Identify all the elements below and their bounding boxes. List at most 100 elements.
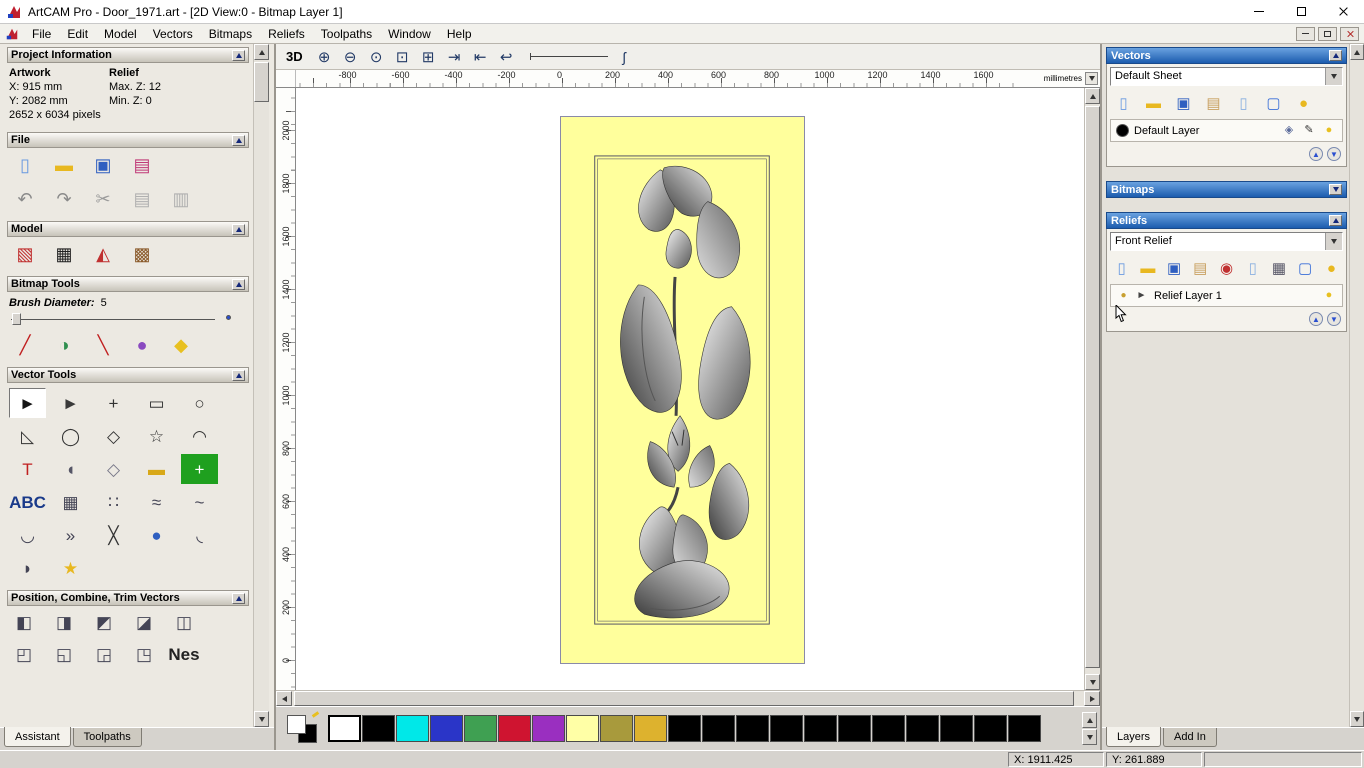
menu-item[interactable]: Model: [96, 25, 145, 43]
relief-visibility-icon[interactable]: ●: [1321, 288, 1337, 304]
line-width-slider[interactable]: [530, 56, 608, 57]
save-model-icon[interactable]: ▣: [87, 151, 119, 179]
menu-item[interactable]: Bitmaps: [201, 25, 260, 43]
scroll-down-button[interactable]: [1350, 711, 1364, 727]
paint-brush-icon[interactable]: ╱: [9, 331, 41, 359]
scroll-thumb[interactable]: [254, 62, 269, 102]
menu-item[interactable]: Window: [380, 25, 439, 43]
new-relief-layer-icon[interactable]: ▯: [1111, 257, 1132, 280]
duplicate-relief-layer-icon[interactable]: ▯: [1242, 257, 1263, 280]
open-vector-layer-icon[interactable]: ▬: [1141, 92, 1166, 115]
layer-visibility-icon[interactable]: ●: [1321, 123, 1337, 139]
panel-tab[interactable]: Add In: [1163, 728, 1217, 747]
palette-swatch[interactable]: [1008, 715, 1041, 742]
align-bottom-icon[interactable]: ◪: [129, 609, 159, 635]
mdi-minimize-button[interactable]: [1296, 27, 1315, 41]
palette-swatch[interactable]: [804, 715, 837, 742]
align-top-icon[interactable]: ◩: [89, 609, 119, 635]
scroll-thumb[interactable]: [294, 691, 1074, 706]
menu-item[interactable]: Edit: [59, 25, 96, 43]
palette-swatch[interactable]: [838, 715, 871, 742]
door-artwork[interactable]: [560, 116, 805, 664]
pan-next-icon[interactable]: ⇥: [442, 47, 467, 67]
palette-swatch[interactable]: [464, 715, 497, 742]
palette-swatch[interactable]: [498, 715, 531, 742]
sheet-selector[interactable]: Default Sheet: [1110, 67, 1343, 86]
collapse-button[interactable]: [232, 370, 245, 381]
palette-swatch[interactable]: [702, 715, 735, 742]
scroll-up-button[interactable]: [1085, 88, 1100, 104]
new-vector-layer-icon[interactable]: ▯: [1111, 92, 1136, 115]
collapse-button[interactable]: [232, 279, 245, 290]
create-polygon-icon[interactable]: ◇: [95, 421, 132, 451]
palette-swatch[interactable]: [328, 715, 361, 742]
palette-swatch[interactable]: [362, 715, 395, 742]
vector-layer-row[interactable]: Default Layer ◈✎●: [1110, 119, 1343, 142]
relief-selector[interactable]: Front Relief: [1110, 232, 1343, 251]
fillet-icon[interactable]: ◟: [181, 520, 218, 550]
collapse-button[interactable]: [232, 593, 245, 604]
invert-model-icon[interactable]: ◭: [87, 240, 119, 268]
smoothing-icon[interactable]: ʃ: [619, 49, 630, 65]
palette-swatch[interactable]: [940, 715, 973, 742]
save-vector-layer-icon[interactable]: ▣: [1171, 92, 1196, 115]
collapse-button[interactable]: [232, 50, 245, 61]
smooth-vectors-icon[interactable]: ~: [181, 487, 218, 517]
zoom-box-icon[interactable]: ⊡: [390, 47, 415, 67]
maximize-button[interactable]: [1280, 0, 1322, 23]
text-block-icon[interactable]: ABC: [9, 487, 46, 517]
scroll-up-button[interactable]: [1350, 44, 1364, 60]
zoom-fit-icon[interactable]: ⊞: [416, 47, 441, 67]
panel-tab[interactable]: Layers: [1106, 727, 1161, 747]
wrap-text-icon[interactable]: ◖: [52, 454, 89, 484]
offset-vectors-icon[interactable]: ◇: [95, 454, 132, 484]
panel-tab[interactable]: Assistant: [4, 727, 71, 747]
menu-item[interactable]: Reliefs: [260, 25, 313, 43]
scroll-down-button[interactable]: [1085, 674, 1100, 690]
trim-overlap-icon[interactable]: ◳: [129, 641, 159, 667]
view-3d-button[interactable]: 3D: [284, 48, 311, 65]
create-star-tool-icon[interactable]: ★: [52, 553, 89, 583]
colour-picker-icon[interactable]: ◑: [48, 331, 80, 359]
greyscale-model-icon[interactable]: ▦: [48, 240, 80, 268]
new-model-icon[interactable]: ▯: [9, 151, 41, 179]
move-layer-down-icon[interactable]: ▼: [1327, 147, 1341, 161]
scroll-right-button[interactable]: [1084, 691, 1100, 706]
bitmap-to-vector-icon[interactable]: ▦: [52, 487, 89, 517]
palette-swatch[interactable]: [430, 715, 463, 742]
save-relief-layer-icon[interactable]: ▣: [1163, 257, 1184, 280]
document-icon[interactable]: [5, 27, 19, 41]
paste-icon[interactable]: ▥: [165, 185, 197, 213]
palette-swatch[interactable]: [974, 715, 1007, 742]
extrude-vectors-icon[interactable]: ●: [138, 520, 175, 550]
palette-swatch[interactable]: [906, 715, 939, 742]
vertical-scrollbar[interactable]: [1084, 88, 1100, 690]
align-right-icon[interactable]: ◨: [49, 609, 79, 635]
scroll-down-button[interactable]: [1082, 729, 1097, 745]
menu-item[interactable]: Help: [439, 25, 480, 43]
drawing-viewport[interactable]: [296, 88, 1084, 690]
relief-thumbnail-icon[interactable]: ●: [1116, 288, 1131, 303]
dropdown-button[interactable]: [1325, 68, 1342, 85]
vector-doctor-icon[interactable]: »: [52, 520, 89, 550]
create-text-icon[interactable]: T: [9, 454, 46, 484]
relief-layer-row[interactable]: ●► Relief Layer 1 ●: [1110, 284, 1343, 307]
primary-secondary-colour-selector[interactable]: [284, 712, 320, 746]
move-layer-down-icon[interactable]: ▼: [1327, 312, 1341, 326]
align-centre-icon[interactable]: ◫: [169, 609, 199, 635]
delete-relief-layer-icon[interactable]: ▢: [1295, 257, 1316, 280]
scroll-left-button[interactable]: [276, 691, 292, 706]
zoom-in-icon[interactable]: ⊕: [312, 47, 337, 67]
scroll-up-button[interactable]: [1082, 712, 1097, 728]
palette-swatch[interactable]: [532, 715, 565, 742]
collapse-button[interactable]: [232, 224, 245, 235]
zoom-1to1-icon[interactable]: ⊙: [364, 47, 389, 67]
flood-fill-icon[interactable]: ◆: [165, 331, 197, 359]
intersect-vectors-icon[interactable]: ◲: [89, 641, 119, 667]
close-button[interactable]: [1322, 0, 1364, 23]
paint-selective-icon[interactable]: ╲: [87, 331, 119, 359]
palette-swatch[interactable]: [872, 715, 905, 742]
create-ellipse-icon[interactable]: ◯: [52, 421, 89, 451]
adjust-model-icon[interactable]: ▧: [9, 240, 41, 268]
colour-palette-icon[interactable]: ●: [126, 331, 158, 359]
